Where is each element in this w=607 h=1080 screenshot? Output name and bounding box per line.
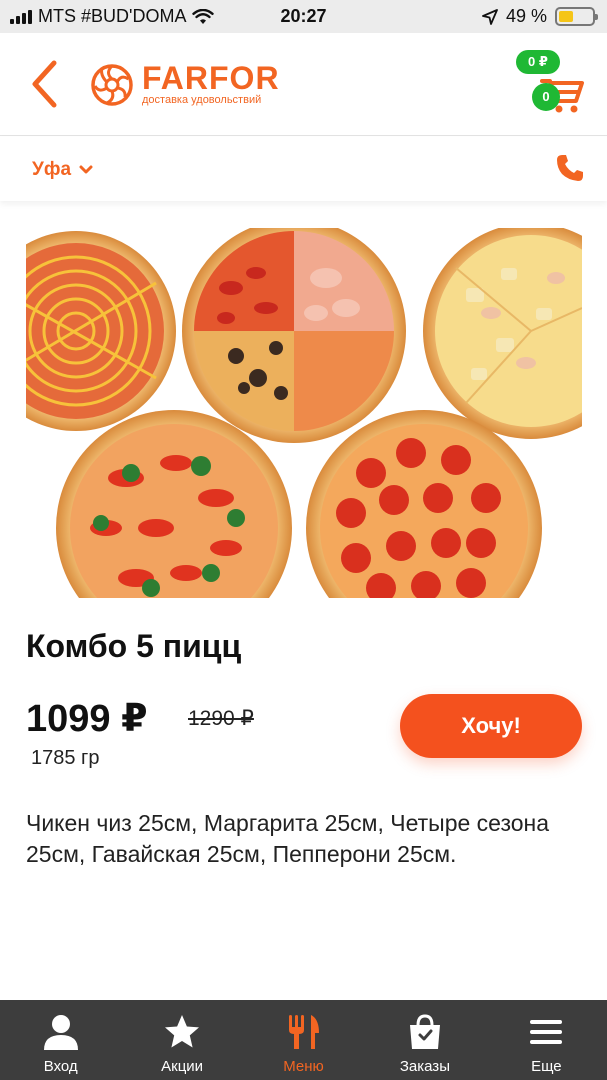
menu-icon [530,1020,563,1044]
cart-count-badge: 0 [532,83,560,111]
status-right: 49 % [482,6,598,27]
product-weight: 1785 гр [31,747,100,769]
tab-login[interactable]: Вход [0,1000,121,1080]
bottom-tab-bar: Вход Акции Меню Заказы Еще [0,1000,607,1080]
city-bar: Уфа [0,137,607,201]
product-image [26,228,582,598]
pizza-chicken-cheese [26,231,176,431]
cart-button[interactable]: 0 ₽ 0 [512,47,586,117]
tab-menu[interactable]: Меню [243,1000,364,1080]
pizza-hawaiian [423,228,582,439]
farfor-logo-icon [91,64,133,106]
phone-button[interactable] [553,151,587,185]
tab-menu-label: Меню [283,1058,324,1075]
tab-more-label: Еще [531,1058,562,1075]
app-header: FARFOR доставка удовольствий 0 ₽ 0 [0,33,607,136]
tab-promotions[interactable]: Акции [121,1000,242,1080]
pizza-margherita [56,410,292,598]
status-bar: MTS #BUD'DOMA 20:27 49 % [0,0,607,33]
product-price: 1099 ₽ [26,698,148,740]
fork-knife-icon [288,1015,319,1049]
product-description: Чикен чиз 25см, Маргарита 25см, Четыре с… [26,810,550,867]
pizza-pepperoni [306,410,542,598]
brand-logo[interactable]: FARFOR доставка удовольствий [90,60,280,107]
cart-total-badge: 0 ₽ [516,50,560,74]
city-name: Уфа [32,159,72,180]
tab-orders-label: Заказы [399,1058,450,1075]
location-arrow-icon [482,8,498,25]
tab-orders[interactable]: Заказы [364,1000,485,1080]
phone-icon [557,155,583,181]
chevron-left-icon [32,60,57,108]
battery-percent: 49 % [505,6,547,26]
pizza-four-seasons [182,228,406,443]
user-icon [43,1015,78,1050]
product-old-price: 1290 ₽ [188,707,254,730]
add-to-cart-button[interactable]: Хочу! [400,694,582,758]
bag-icon [409,1014,440,1049]
pizza-combo-image [26,228,582,598]
back-button[interactable] [20,55,68,113]
brand-tagline: доставка удовольствий [142,94,262,106]
star-icon [165,1015,200,1048]
city-selector[interactable]: Уфа [32,159,93,181]
battery-icon [555,7,598,26]
brand-name: FARFOR [142,60,280,96]
tab-login-label: Вход [43,1058,78,1075]
chevron-down-icon [79,165,93,174]
product-title: Комбо 5 пицц [26,628,242,664]
tab-more[interactable]: Еще [486,1000,607,1080]
tab-promotions-label: Акции [161,1058,204,1075]
